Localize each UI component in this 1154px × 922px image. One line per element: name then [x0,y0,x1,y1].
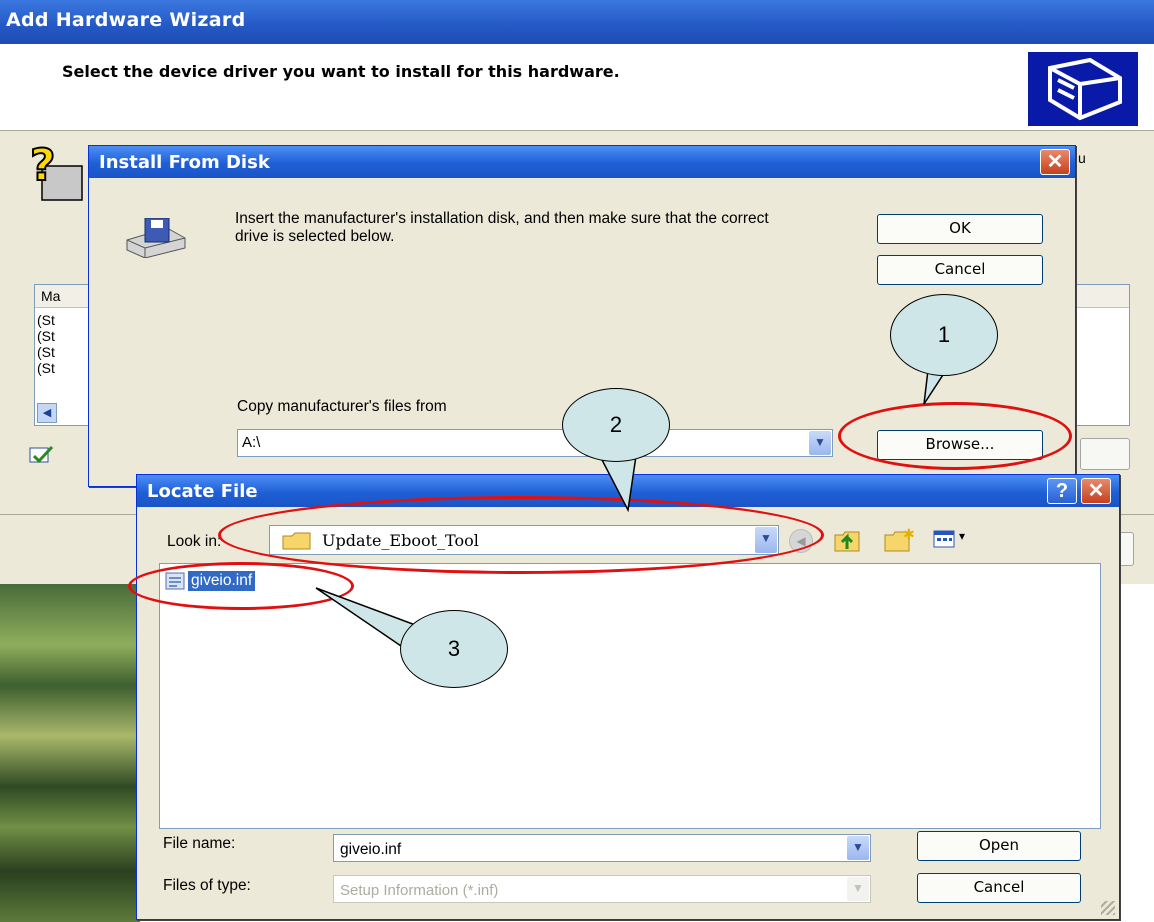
wizard-header-text: Select the device driver you want to ins… [62,62,620,81]
resize-grip[interactable] [1101,901,1115,915]
wizard-have-disk-button[interactable] [1080,438,1130,470]
caret-down-icon: ▾ [959,529,966,543]
question-mark-icon: ? [29,142,83,201]
scroll-left-button[interactable]: ◀ [37,403,57,423]
svg-text:✱: ✱ [903,527,915,543]
signed-driver-icon [29,445,54,464]
open-button[interactable]: Open [917,831,1081,861]
callout-3: 3 [400,610,508,688]
close-icon: ✕ [1087,480,1105,502]
close-icon: ✕ [1046,151,1064,173]
install-message: Insert the manufacturer's installation d… [235,210,769,245]
files-of-type-label: Files of type: [163,877,251,894]
ok-button[interactable]: OK [877,214,1043,244]
locate-cancel-button[interactable]: Cancel [917,873,1081,903]
file-name-dropdown-button[interactable]: ▼ [847,836,869,860]
highlight-look-in [218,496,824,574]
look-in-label: Look in: [167,533,222,550]
files-of-type-dropdown-button[interactable]: ▼ [847,877,869,901]
highlight-browse [838,402,1072,470]
chevron-down-icon: ▼ [852,881,864,895]
desktop-wallpaper [0,584,140,922]
wizard-clipped-text: u [1078,150,1086,166]
callout-2: 2 [562,388,670,462]
wizard-title-bar: Add Hardware Wizard [0,0,1154,44]
install-title: Install From Disk [99,152,270,173]
file-name-label: File name: [163,835,236,852]
copy-from-dropdown-button[interactable]: ▼ [809,431,831,455]
highlight-file [128,562,354,610]
callout-1: 1 [890,294,998,376]
locate-title: Locate File [147,481,258,502]
desktop-right-area [1122,584,1154,922]
install-close-button[interactable]: ✕ [1040,149,1070,175]
file-name-combobox[interactable]: giveio.inf ▼ [333,834,871,862]
files-of-type-value: Setup Information (*.inf) [340,882,499,899]
chevron-down-icon: ▼ [852,840,864,854]
floppy-drive-icon [126,218,186,258]
hardware-icon [1028,52,1138,126]
up-folder-button[interactable] [833,527,863,553]
view-menu-button[interactable]: ▾ [933,529,977,551]
install-title-bar: Install From Disk ✕ [89,146,1075,178]
copy-from-label: Copy manufacturer's files from [237,398,447,415]
locate-help-button[interactable]: ? [1047,478,1077,504]
wizard-header [0,44,1154,131]
new-folder-button[interactable]: ✱ [883,527,915,553]
svg-text:?: ? [30,142,56,191]
copy-from-value: A:\ [242,434,261,451]
locate-close-button[interactable]: ✕ [1081,478,1111,504]
install-cancel-button[interactable]: Cancel [877,255,1043,285]
file-name-input[interactable]: giveio.inf [340,841,401,859]
wizard-title: Add Hardware Wizard [6,9,246,31]
copy-from-combobox[interactable]: A:\ ▼ [237,429,833,457]
help-icon: ? [1055,480,1069,502]
view-grid-icon [933,530,955,548]
files-of-type-combobox[interactable]: Setup Information (*.inf) ▼ [333,875,871,903]
chevron-down-icon: ▼ [814,435,826,449]
